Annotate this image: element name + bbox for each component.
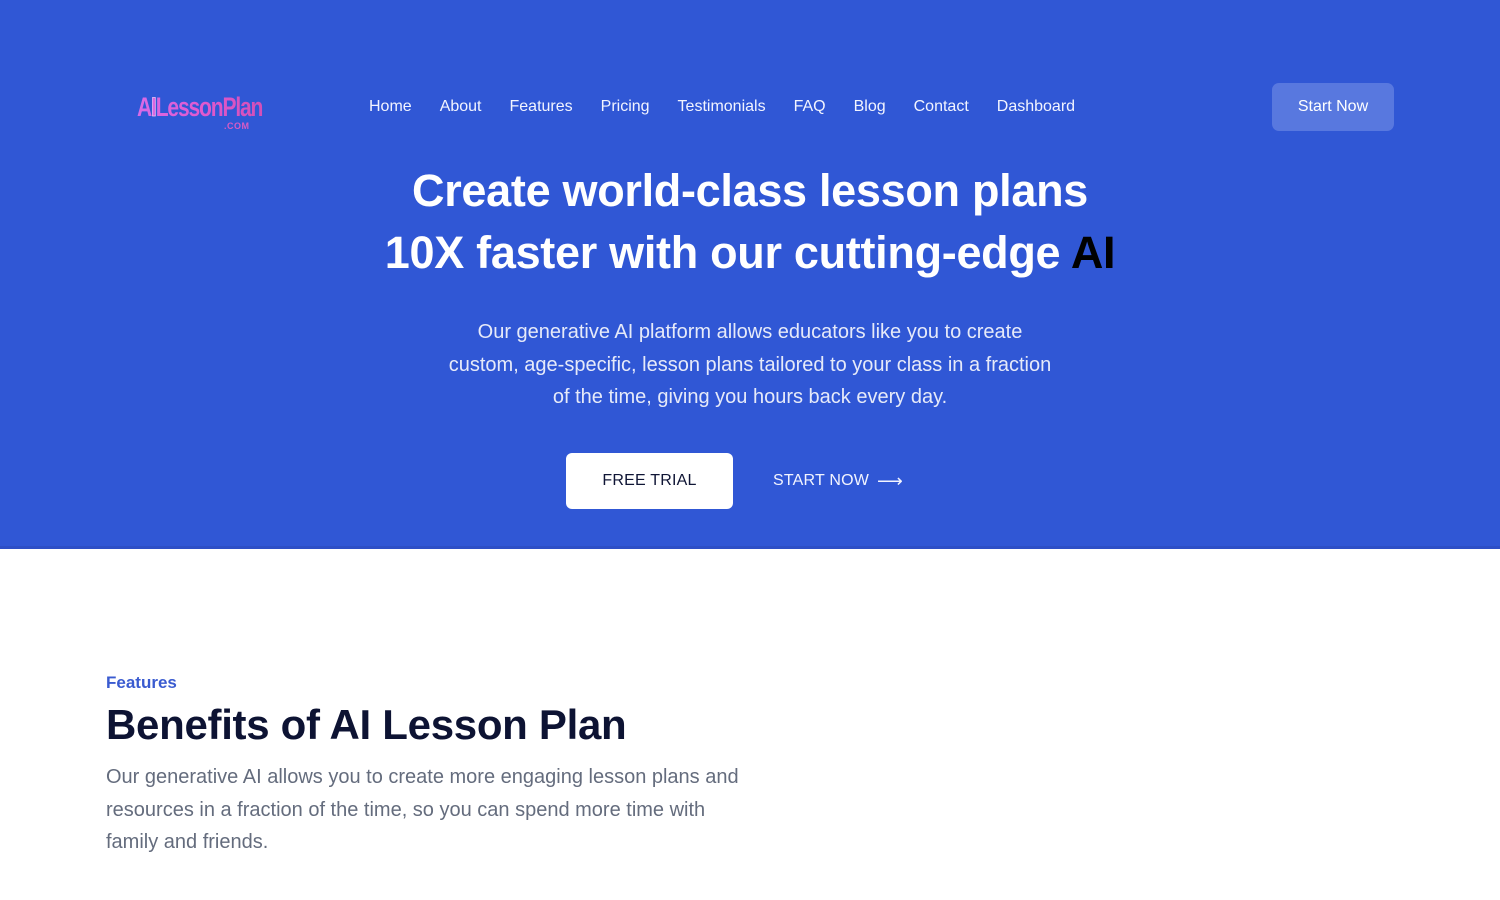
nav-blog[interactable]: Blog — [854, 96, 886, 118]
nav-dashboard[interactable]: Dashboard — [997, 96, 1075, 118]
features-description: Our generative AI allows you to create m… — [106, 766, 739, 853]
logo-text-rest: LessonPlan — [155, 92, 263, 122]
nav-faq[interactable]: FAQ — [794, 96, 826, 118]
start-now-button[interactable]: START NOW ⟶ — [773, 466, 903, 496]
features-eyebrow: Features — [106, 673, 177, 692]
nav-features[interactable]: Features — [510, 96, 573, 118]
nav-pricing[interactable]: Pricing — [601, 96, 650, 118]
logo-letter-a: A — [137, 92, 152, 122]
logo-suffix: .COM — [224, 121, 250, 131]
header-start-now-button[interactable]: Start Now — [1272, 83, 1394, 131]
free-trial-button[interactable]: FREE TRIAL — [566, 453, 733, 509]
hero-title-line-1: Create world-class lesson plans — [412, 165, 1088, 216]
nav-testimonials[interactable]: Testimonials — [678, 96, 766, 118]
main-nav: Home About Features Pricing Testimonials… — [369, 96, 1075, 118]
nav-home[interactable]: Home — [369, 96, 412, 118]
hero-subtitle: Our generative AI platform allows educat… — [448, 321, 1052, 408]
logo[interactable]: AILessonPlan .COM — [137, 90, 250, 134]
nav-contact[interactable]: Contact — [914, 96, 969, 118]
hero-section: AILessonPlan .COM Home About Features Pr… — [0, 0, 1500, 549]
hero-title-line-2: 10X faster with our cutting-edge — [384, 227, 1071, 278]
hero-bottom-edge — [0, 546, 1500, 549]
hero-title-accent: AI — [1070, 227, 1116, 278]
start-now-label: START NOW — [773, 472, 870, 489]
nav-about[interactable]: About — [440, 96, 482, 118]
features-title: Benefits of AI Lesson Plan — [106, 701, 627, 748]
logo-wordmark: AILessonPlan — [137, 92, 263, 123]
arrow-right-icon: ⟶ — [877, 471, 904, 491]
hero-title: Create world-class lesson plans 10X fast… — [0, 160, 1500, 284]
